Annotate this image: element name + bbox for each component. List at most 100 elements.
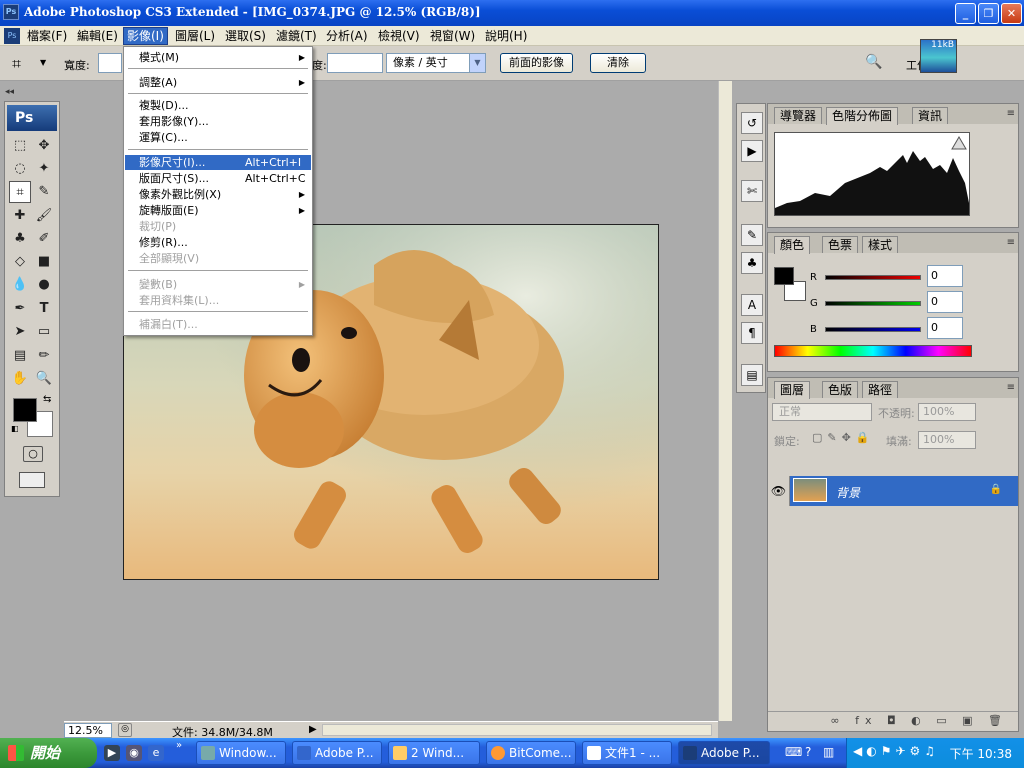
red-value-input[interactable]: 0 [927, 265, 963, 287]
screen-mode-icon[interactable] [19, 472, 45, 488]
toolbox-collapse-icon[interactable]: ◂◂ [5, 84, 61, 100]
healing-brush-tool-icon[interactable]: ✚ [9, 205, 31, 227]
eyedropper-tool-icon[interactable]: ✏ [33, 345, 55, 367]
hand-tool-icon[interactable]: ✋ [9, 368, 31, 390]
menu-item-apply-image[interactable]: 套用影像(Y)... [125, 114, 311, 129]
shape-tool-icon[interactable]: ▭ [33, 321, 55, 343]
eye-icon[interactable]: 👁 [768, 476, 790, 506]
crop-tool-icon[interactable]: ⌗ [9, 181, 31, 203]
task-word-document[interactable]: 文件1 - ... [582, 741, 672, 765]
menu-file[interactable]: 檔案(F) [24, 28, 70, 44]
menu-select[interactable]: 選取(S) [222, 28, 269, 44]
layer-comps-icon[interactable]: ▤ [741, 364, 763, 386]
tool-preset-dropdown-icon[interactable]: ▼ [40, 58, 46, 67]
brush-tool-icon[interactable]: 🖌 [33, 205, 55, 227]
task-windows-explorer[interactable]: Window... [196, 741, 286, 765]
panel-menu-icon[interactable]: ≡ [1007, 382, 1015, 393]
menu-item-trap[interactable]: 補漏白(T)... [125, 317, 311, 332]
resolution-input[interactable] [327, 53, 383, 73]
clone-source-icon[interactable]: ♣ [741, 252, 763, 274]
history-panel-icon[interactable]: ↺ [741, 112, 763, 134]
menu-item-adjustments[interactable]: 調整(A) ▶ [125, 75, 311, 90]
blue-value-input[interactable]: 0 [927, 317, 963, 339]
close-button[interactable]: ✕ [1001, 3, 1022, 24]
menu-item-apply-data-set[interactable]: 套用資料集(L)... [125, 293, 311, 308]
menu-item-trim[interactable]: 修剪(R)... [125, 235, 311, 250]
ie-icon[interactable]: e [148, 745, 164, 761]
color-spectrum-ramp[interactable] [774, 345, 972, 357]
path-selection-tool-icon[interactable]: ➤ [9, 321, 31, 343]
vertical-scrollbar[interactable] [718, 81, 732, 721]
menu-window[interactable]: 視窗(W) [427, 28, 478, 44]
menu-analysis[interactable]: 分析(A) [323, 28, 371, 44]
opacity-input[interactable]: 100% [918, 403, 976, 421]
task-bitcomet[interactable]: BitCome... [486, 741, 576, 765]
swap-colors-icon[interactable]: ⇆ [43, 394, 51, 405]
fill-input[interactable]: 100% [918, 431, 976, 449]
horizontal-scrollbar[interactable] [322, 724, 712, 736]
tab-styles[interactable]: 樣式 [862, 236, 899, 253]
clear-button[interactable]: 清除 [590, 53, 646, 73]
magic-wand-tool-icon[interactable]: ✦ [33, 158, 55, 180]
units-select[interactable]: 像素 / 英寸 ▼ [386, 53, 486, 73]
zoom-level-field[interactable]: 12.5% [64, 723, 112, 738]
tab-color[interactable]: 顏色 [774, 236, 811, 254]
bridge-icon[interactable]: 🔍 [862, 54, 886, 74]
green-slider[interactable] [825, 301, 921, 306]
menu-view[interactable]: 檢視(V) [375, 28, 423, 44]
gradient-tool-icon[interactable]: ■ [33, 251, 55, 273]
menu-item-image-size[interactable]: 影像尺寸(I)... Alt+Ctrl+I [125, 155, 311, 170]
status-menu-icon[interactable]: ◎ [118, 723, 132, 737]
maximize-button[interactable]: ❐ [978, 3, 999, 24]
menu-item-canvas-size[interactable]: 版面尺寸(S)... Alt+Ctrl+C [125, 171, 311, 186]
tab-info[interactable]: 資訊 [912, 107, 949, 124]
crop-tool-icon[interactable]: ⌗ [12, 54, 21, 74]
lasso-tool-icon[interactable]: ◌ [9, 158, 31, 180]
history-brush-tool-icon[interactable]: ✐ [33, 228, 55, 250]
marquee-tool-icon[interactable]: ⬚ [9, 135, 31, 157]
quick-mask-icon[interactable]: ○ [23, 446, 43, 462]
foreground-color-swatch[interactable] [13, 398, 37, 422]
eraser-tool-icon[interactable]: ◇ [9, 251, 31, 273]
front-image-button[interactable]: 前面的影像 [500, 53, 573, 73]
menu-item-calculations[interactable]: 運算(C)... [125, 130, 311, 145]
layer-row[interactable]: 👁 背景 🔒 [768, 476, 1018, 506]
pen-tool-icon[interactable]: ✒ [9, 298, 31, 320]
lock-icons[interactable]: ▢✎✥🔒 [812, 431, 875, 444]
green-value-input[interactable]: 0 [927, 291, 963, 313]
media-player-icon[interactable]: ▶ [104, 745, 120, 761]
task-adobe-photoshop[interactable]: Adobe P... [678, 741, 770, 765]
tab-paths[interactable]: 路徑 [862, 381, 899, 398]
tab-channels[interactable]: 色版 [822, 381, 859, 398]
blur-tool-icon[interactable]: 💧 [9, 274, 31, 296]
tool-presets-icon[interactable]: ✄ [741, 180, 763, 202]
start-button[interactable]: 開始 [0, 738, 97, 768]
tab-histogram[interactable]: 色階分佈圖 [826, 107, 899, 125]
red-slider[interactable] [825, 275, 921, 280]
zoom-tool-icon[interactable]: 🔍 [33, 368, 55, 390]
dodge-tool-icon[interactable]: ● [33, 274, 55, 296]
brushes-panel-icon[interactable]: ✎ [741, 224, 763, 246]
menu-item-rotate-canvas[interactable]: 旋轉版面(E) ▶ [125, 203, 311, 218]
layers-footer-actions[interactable]: ∞ fx ◘ ◐ ▭ ▣ 🗑 [768, 711, 1018, 731]
document-icon[interactable]: Ps [4, 28, 20, 44]
clone-stamp-tool-icon[interactable]: ♣ [9, 228, 31, 250]
blend-mode-select[interactable]: 正常 [772, 403, 872, 421]
ime-icon[interactable]: ▥ [823, 745, 834, 759]
type-tool-icon[interactable]: T [33, 298, 55, 320]
menu-image[interactable]: 影像(I) [123, 27, 168, 45]
tab-navigator[interactable]: 導覽器 [774, 107, 823, 124]
keyboard-icon[interactable]: ⌨ [785, 745, 802, 759]
paragraph-panel-icon[interactable]: ¶ [741, 322, 763, 344]
blue-slider[interactable] [825, 327, 921, 332]
menu-item-duplicate[interactable]: 複製(D)... [125, 98, 311, 113]
minimize-button[interactable]: _ [955, 3, 976, 24]
quicklaunch-icon[interactable]: ◉ [126, 745, 142, 761]
menu-item-reveal-all[interactable]: 全部顯現(V) [125, 251, 311, 266]
notes-tool-icon[interactable]: ▤ [9, 345, 31, 367]
default-colors-icon[interactable]: ◧ [11, 424, 19, 433]
menu-edit[interactable]: 編輯(E) [74, 28, 121, 44]
slice-tool-icon[interactable]: ✎ [33, 181, 55, 203]
tab-layers[interactable]: 圖層 [774, 381, 811, 399]
menu-layer[interactable]: 圖層(L) [172, 28, 218, 44]
